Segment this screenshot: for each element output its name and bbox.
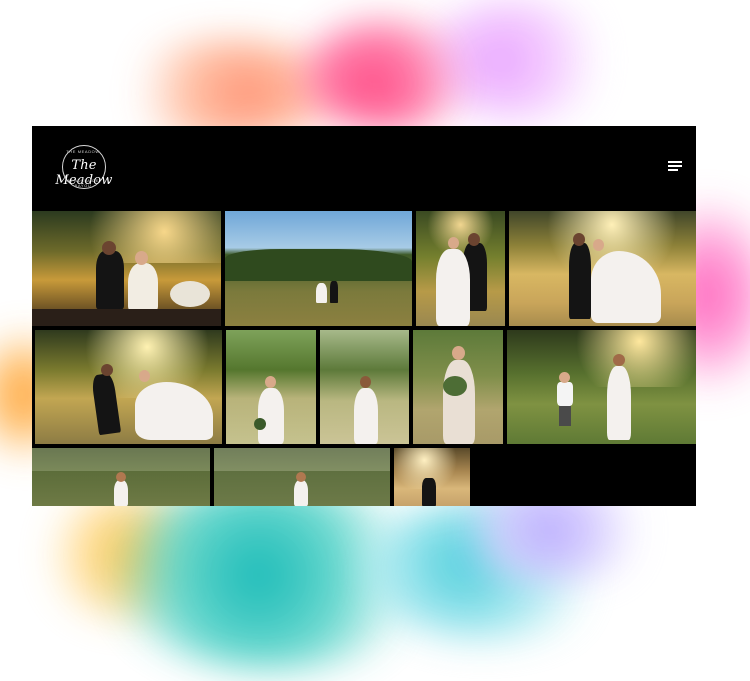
gallery-photo[interactable]: [509, 211, 696, 326]
website-window: THE MEADOW The Meadow AT ADELAIDE BAYOU: [32, 126, 696, 506]
gallery-photo[interactable]: [32, 211, 221, 326]
gallery-photo[interactable]: [32, 448, 210, 506]
watercolor-splash: [300, 20, 480, 130]
site-header: THE MEADOW The Meadow AT ADELAIDE BAYOU: [32, 126, 696, 210]
gallery-photo[interactable]: [413, 330, 503, 444]
site-logo[interactable]: THE MEADOW The Meadow AT ADELAIDE BAYOU: [48, 145, 118, 189]
promo-stage: THE MEADOW The Meadow AT ADELAIDE BAYOU: [0, 0, 750, 681]
gallery-photo[interactable]: [320, 330, 409, 444]
hamburger-menu-icon[interactable]: [668, 160, 684, 172]
logo-ring-bottom-text: AT ADELAIDE BAYOU: [66, 178, 100, 188]
gallery-photo[interactable]: [35, 330, 222, 444]
gallery-photo[interactable]: [394, 448, 470, 506]
gallery-photo[interactable]: [225, 211, 412, 326]
logo-ring-top-text: THE MEADOW: [66, 149, 100, 154]
gallery-photo[interactable]: [226, 330, 316, 444]
gallery-photo[interactable]: [507, 330, 696, 444]
gallery-photo[interactable]: [214, 448, 390, 506]
gallery-photo[interactable]: [416, 211, 505, 326]
